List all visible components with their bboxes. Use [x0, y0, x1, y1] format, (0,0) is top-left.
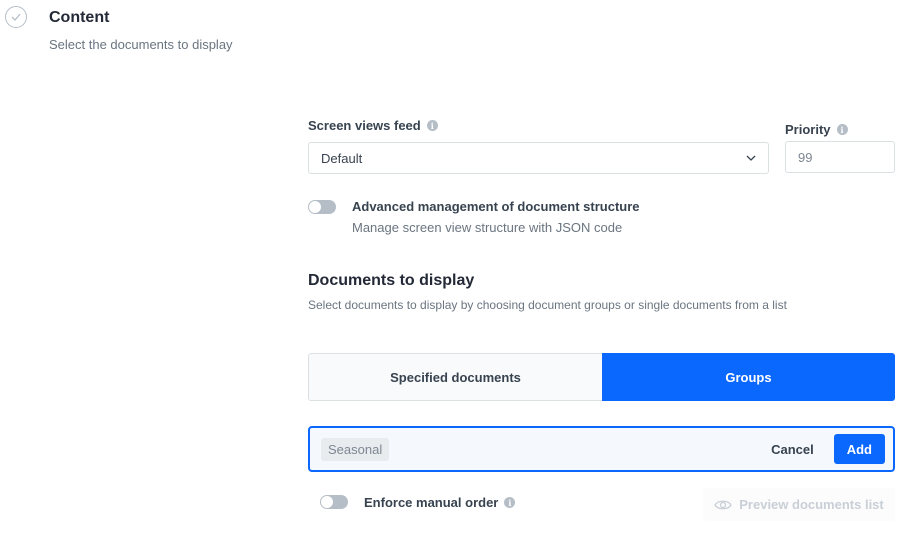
eye-icon: [714, 500, 733, 509]
chevron-down-icon: [746, 155, 756, 161]
advanced-label: Advanced management of document structur…: [352, 199, 640, 214]
add-button[interactable]: Add: [833, 434, 885, 464]
priority-label: Priority i: [785, 122, 848, 137]
check-circle-icon: [5, 6, 27, 28]
info-icon[interactable]: i: [426, 120, 438, 131]
group-selector[interactable]: Seasonal Cancel Add: [308, 426, 895, 472]
info-icon[interactable]: i: [836, 124, 848, 135]
group-chip[interactable]: Seasonal: [321, 437, 390, 461]
cancel-button[interactable]: Cancel: [751, 442, 834, 457]
advanced-description: Manage screen view structure with JSON c…: [352, 220, 623, 235]
advanced-toggle[interactable]: [308, 200, 336, 214]
feed-select-value: Default: [321, 150, 363, 166]
documents-title: Documents to display: [308, 272, 475, 289]
feed-label-text: Screen views feed: [308, 118, 421, 133]
tab-groups[interactable]: Groups: [602, 353, 895, 401]
preview-label: Preview documents list: [739, 497, 884, 512]
manual-order-toggle[interactable]: [320, 495, 348, 509]
manual-order-label-text: Enforce manual order: [364, 495, 499, 510]
priority-input[interactable]: 99: [785, 141, 895, 173]
section-subtitle: Select the documents to display: [49, 37, 233, 52]
preview-documents-button[interactable]: Preview documents list: [703, 488, 895, 521]
document-mode-tabs: Specified documents Groups: [308, 353, 895, 401]
section-title: Content: [49, 9, 110, 26]
priority-value: 99: [798, 149, 813, 165]
manual-order-label: Enforce manual order i: [364, 495, 516, 510]
feed-select[interactable]: Default: [308, 142, 769, 174]
tab-specified-documents[interactable]: Specified documents: [308, 353, 602, 401]
documents-description: Select documents to display by choosing …: [308, 298, 787, 312]
feed-label: Screen views feed i: [308, 118, 438, 133]
priority-label-text: Priority: [785, 122, 831, 137]
info-icon[interactable]: i: [504, 497, 516, 508]
